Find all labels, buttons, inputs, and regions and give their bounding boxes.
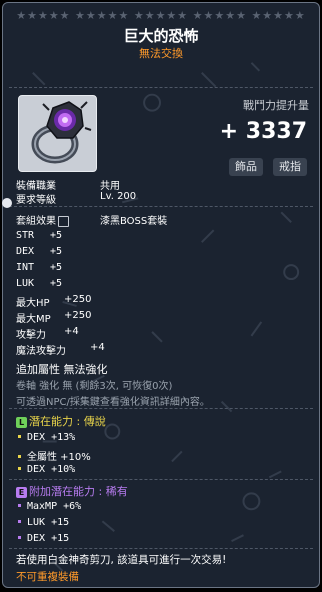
item-tooltip: ★★★★★ ★★★★★ ★★★★★ ★★★★★ ★★★★★ 巨大的恐怖 無法交換… bbox=[2, 2, 320, 588]
stat-row: 攻擊力 +4 bbox=[16, 326, 79, 341]
potential-label: 潛在能力 : 傳說 bbox=[29, 415, 106, 428]
tradability-label: 無法交換 bbox=[139, 47, 183, 60]
item-icon-frame bbox=[18, 95, 97, 172]
background-pattern bbox=[32, 62, 300, 572]
bonus-potential-line: LUK +15 bbox=[16, 517, 69, 528]
bonus-potential-line: MaxMP +6% bbox=[16, 501, 81, 512]
potential-line: DEX +13% bbox=[16, 432, 75, 443]
equip-restriction-note: 不可重複裝備 bbox=[16, 571, 79, 583]
bullet-icon bbox=[18, 466, 21, 470]
level-label: 要求等級 bbox=[16, 195, 56, 206]
bullet-icon bbox=[18, 535, 21, 539]
scroll-upgrade-line: 卷軸 強化 無 (剩餘3次, 可恢復0次) bbox=[16, 381, 173, 392]
divider bbox=[9, 206, 313, 207]
bullet-icon bbox=[18, 434, 21, 438]
bullet-icon bbox=[18, 519, 21, 523]
potential-line: 全屬性 +10% bbox=[16, 448, 91, 463]
cursor-icon bbox=[2, 198, 12, 208]
potential-line: DEX +10% bbox=[16, 464, 75, 475]
power-increase-value: + 3337 bbox=[219, 119, 307, 144]
job-value: 共用 bbox=[100, 181, 120, 192]
job-row: 裝備職業 共用 bbox=[16, 177, 120, 192]
level-value: Lv. 200 bbox=[100, 191, 137, 202]
rare-grade-icon: E bbox=[16, 486, 27, 498]
category-button[interactable]: 飾品 bbox=[229, 158, 263, 176]
bonus-potential-header: E 附加潛在能力 : 稀有 bbox=[16, 483, 128, 499]
scissors-note: 若使用白金神奇剪刀, 該道具可進行一次交易! bbox=[16, 554, 227, 566]
stat-row: 魔法攻擊力 +4 bbox=[16, 342, 105, 357]
power-increase-label: 戰鬥力提升量 bbox=[243, 99, 309, 112]
divider bbox=[9, 479, 313, 480]
giant-terror-ring-icon bbox=[31, 101, 92, 164]
slot-button[interactable]: 戒指 bbox=[273, 158, 307, 176]
npc-hint-line: 可透過NPC/採集鍵查看強化資訊詳細內容。 bbox=[16, 397, 210, 408]
set-row: 套組效果 漆黑BOSS套裝 bbox=[16, 212, 167, 227]
divider bbox=[9, 408, 313, 409]
stat-row: INT +5 bbox=[16, 262, 63, 273]
divider bbox=[9, 548, 313, 549]
stat-row: DEX +5 bbox=[16, 246, 63, 257]
bullet-icon bbox=[18, 503, 21, 507]
stat-row: 最大HP +250 bbox=[16, 294, 92, 309]
set-info-icon[interactable] bbox=[58, 215, 69, 227]
bonus-potential-label: 附加潛在能力 : 稀有 bbox=[29, 485, 128, 498]
set-value: 漆黑BOSS套裝 bbox=[100, 216, 168, 227]
additional-options-line: 追加屬性 無法強化 bbox=[16, 363, 108, 376]
stat-row: LUK +5 bbox=[16, 278, 63, 289]
divider bbox=[9, 87, 313, 88]
set-label: 套組效果 bbox=[16, 216, 56, 227]
item-name: 巨大的恐怖 bbox=[123, 27, 199, 45]
legendary-grade-icon: L bbox=[16, 416, 27, 428]
potential-header: L 潛在能力 : 傳說 bbox=[16, 413, 106, 429]
stat-row: STR +5 bbox=[16, 230, 63, 241]
star-force-row: ★★★★★ ★★★★★ ★★★★★ ★★★★★ ★★★★★ bbox=[16, 9, 306, 22]
stat-row: 最大MP +250 bbox=[16, 310, 92, 325]
bonus-potential-line: DEX +15 bbox=[16, 533, 69, 544]
bullet-icon bbox=[18, 454, 21, 458]
level-row: 要求等級 Lv. 200 bbox=[16, 191, 136, 206]
